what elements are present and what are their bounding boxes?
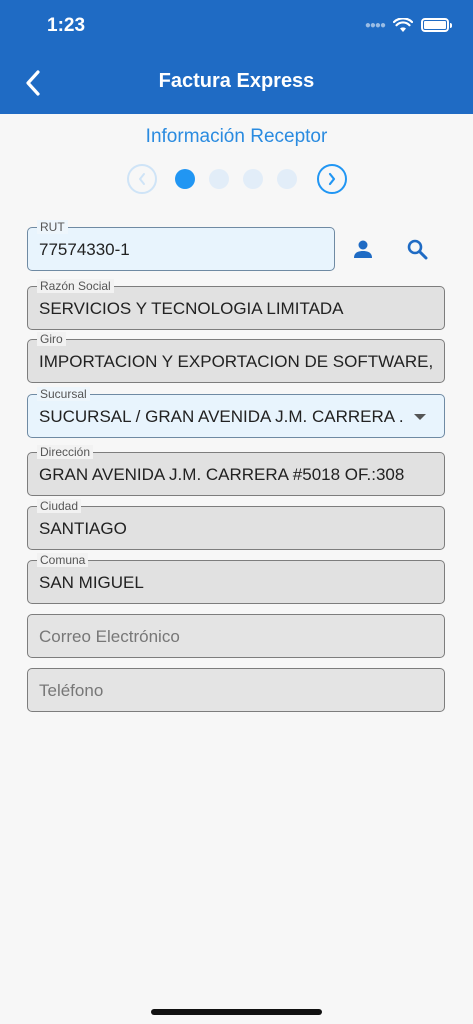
razon-social-value: SERVICIOS Y TECNOLOGIA LIMITADA xyxy=(39,299,344,318)
phone-placeholder: Teléfono xyxy=(39,681,104,700)
home-indicator xyxy=(151,1009,322,1015)
next-step-button[interactable] xyxy=(317,164,347,194)
phone-field[interactable]: Teléfono xyxy=(27,668,445,712)
direccion-label: Dirección xyxy=(37,445,94,459)
sucursal-value: SUCURSAL / GRAN AVENIDA J.M. CARRERA ... xyxy=(39,407,404,426)
rut-field[interactable]: RUT 77574330-1 xyxy=(27,220,335,271)
rut-value: 77574330-1 xyxy=(39,240,130,259)
ciudad-field: Ciudad SANTIAGO xyxy=(27,499,445,550)
giro-field: Giro IMPORTACION Y EXPORTACION DE SOFTWA… xyxy=(27,332,445,383)
step-dot-4 xyxy=(277,169,297,189)
battery-icon xyxy=(421,18,452,32)
step-dot-2 xyxy=(209,169,229,189)
razon-social-label: Razón Social xyxy=(37,279,114,293)
select-contact-button[interactable] xyxy=(348,234,378,264)
ciudad-label: Ciudad xyxy=(37,499,82,513)
email-placeholder: Correo Electrónico xyxy=(39,627,180,646)
comuna-field: Comuna SAN MIGUEL xyxy=(27,553,445,604)
direccion-value: GRAN AVENIDA J.M. CARRERA #5018 OF.:308 xyxy=(39,465,405,484)
sucursal-select[interactable]: Sucursal SUCURSAL / GRAN AVENIDA J.M. CA… xyxy=(27,387,445,438)
status-time: 1:23 xyxy=(47,15,86,36)
app-header: 1:23 ●●●● Factura Express xyxy=(0,0,473,114)
ciudad-value: SANTIAGO xyxy=(39,519,127,538)
comuna-label: Comuna xyxy=(37,553,89,567)
search-button[interactable] xyxy=(402,234,432,264)
step-dot-3 xyxy=(243,169,263,189)
person-icon xyxy=(354,240,372,258)
chevron-right-icon xyxy=(328,172,336,186)
status-icons: ●●●● xyxy=(364,14,452,36)
direccion-field: Dirección GRAN AVENIDA J.M. CARRERA #501… xyxy=(27,445,445,496)
step-indicator xyxy=(127,164,347,194)
razon-social-field: Razón Social SERVICIOS Y TECNOLOGIA LIMI… xyxy=(27,279,445,330)
page-title: Factura Express xyxy=(158,70,315,92)
signal-icon: ●●●● xyxy=(364,19,386,31)
rut-label: RUT xyxy=(37,220,68,234)
previous-step-button[interactable] xyxy=(127,164,157,194)
giro-value: IMPORTACION Y EXPORTACION DE SOFTWARE, S xyxy=(39,352,433,371)
dropdown-arrow-icon xyxy=(414,414,426,420)
giro-label: Giro xyxy=(37,332,66,346)
sucursal-label: Sucursal xyxy=(37,387,90,401)
search-icon xyxy=(407,239,428,260)
wifi-icon xyxy=(393,17,413,32)
chevron-left-icon xyxy=(139,173,145,185)
email-field[interactable]: Correo Electrónico xyxy=(27,614,445,658)
comuna-value: SAN MIGUEL xyxy=(39,573,144,592)
step-dot-1 xyxy=(175,169,195,189)
section-title: Información Receptor xyxy=(145,126,328,147)
